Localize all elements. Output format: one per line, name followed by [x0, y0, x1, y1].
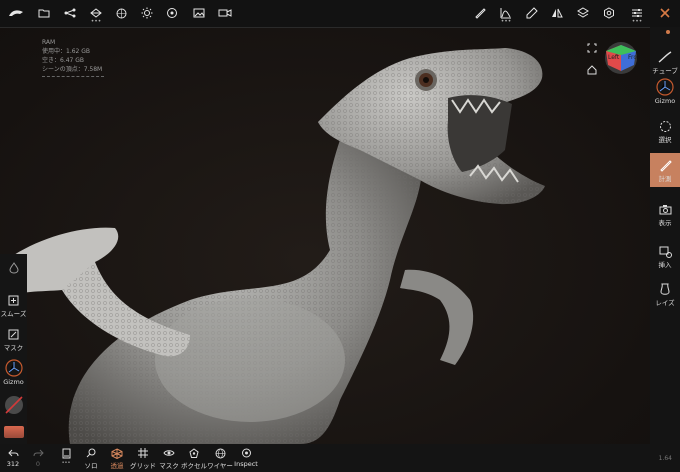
tube-icon — [650, 49, 680, 65]
tool-gizmo-left[interactable]: Gizmo — [0, 358, 27, 386]
redo-icon — [30, 446, 46, 460]
tool-measure-label: 計測 — [658, 175, 672, 183]
video-icon[interactable] — [215, 4, 235, 22]
view-cube-front-label: Fro — [628, 54, 638, 61]
tool-view-label: 表示 — [658, 219, 672, 227]
tool-lathe[interactable]: レイズ — [650, 281, 680, 307]
inspect-button[interactable]: Inspect — [234, 446, 258, 468]
ram-stats: RAM 使用中：1.62 GB 空き：6.47 GB シーンの頂点：7.58M — [42, 38, 104, 77]
top-toolbar: ••• ••• ••• — [0, 0, 680, 28]
sliders-icon[interactable]: ••• — [627, 4, 647, 25]
ram-title: RAM — [42, 39, 56, 46]
tool-gizmo-label: Gizmo — [654, 97, 676, 105]
measure-ruler-icon — [650, 157, 680, 173]
inspect-label: Inspect — [234, 460, 258, 468]
insert-icon — [650, 243, 680, 259]
brush-radius-icon[interactable] — [0, 260, 27, 276]
search-icon — [82, 446, 100, 460]
primitives-icon[interactable]: ••• — [86, 4, 106, 25]
mask-icon — [0, 326, 27, 342]
tool-smooth[interactable]: スムーズ — [0, 292, 27, 318]
app-logo-icon[interactable] — [6, 4, 26, 22]
solo-button[interactable]: ソロ — [82, 446, 100, 470]
voxel-icon — [181, 446, 207, 460]
wireframe-button[interactable]: ワイヤー — [207, 446, 233, 470]
wireframe-sphere-icon — [207, 446, 233, 460]
bottom-toolbar: 312 0 ••• ソロ 透過 グリッド マスク ボクセル ワイヤー Inspe… — [0, 444, 680, 472]
camera-icon — [650, 201, 680, 217]
brush-color-swatch[interactable] — [0, 394, 27, 418]
tool-insert[interactable]: 挿入 — [650, 243, 680, 269]
book-icon — [58, 446, 74, 460]
ram-free: 空き：6.47 GB — [42, 57, 85, 64]
smooth-icon — [0, 292, 27, 308]
grid-icon — [130, 446, 156, 460]
left-tool-panel: スムーズ マスク Gizmo — [0, 254, 27, 444]
scene-vertices: シーンの頂点：7.58M — [42, 66, 103, 73]
tool-tube[interactable]: チューブ — [650, 49, 680, 75]
mask-toggle-button[interactable]: マスク — [158, 446, 180, 470]
material-swatch[interactable] — [0, 426, 27, 438]
layers-icon[interactable] — [573, 4, 593, 22]
tool-gizmo-left-label: Gizmo — [3, 378, 24, 386]
redo-button[interactable]: 0 — [30, 446, 46, 468]
scene-graph-icon[interactable] — [60, 4, 80, 22]
eye-icon — [158, 446, 180, 460]
home-icon[interactable] — [587, 65, 597, 78]
settings-wheel-icon[interactable] — [162, 4, 182, 22]
history-button[interactable]: ••• — [58, 446, 74, 466]
notification-dot — [666, 30, 670, 34]
undo-icon — [4, 446, 22, 460]
tool-mask[interactable]: マスク — [0, 326, 27, 352]
tool-tube-label: チューブ — [652, 67, 678, 75]
folder-icon[interactable] — [34, 4, 54, 22]
solo-label: ソロ — [84, 462, 98, 470]
transparent-button[interactable]: 透過 — [107, 446, 127, 470]
fullscreen-icon[interactable] — [587, 43, 597, 56]
lathe-icon — [650, 281, 680, 297]
voxel-label: ボクセル — [181, 462, 207, 470]
tool-insert-label: 挿入 — [658, 261, 672, 269]
tool-select-label: 選択 — [658, 136, 672, 144]
tool-select[interactable]: 選択 — [650, 118, 680, 144]
lighting-sun-icon[interactable] — [137, 4, 157, 22]
ram-used: 使用中：1.62 GB — [42, 48, 91, 55]
inspect-icon — [234, 446, 258, 460]
pen-tool-icon[interactable] — [522, 4, 542, 22]
grid-button[interactable]: グリッド — [130, 446, 156, 470]
image-icon[interactable] — [189, 4, 209, 22]
mask-toggle-label: マスク — [159, 462, 179, 470]
transparent-cube-icon — [107, 446, 127, 460]
undo-button[interactable]: 312 — [4, 446, 22, 468]
lasso-select-icon — [650, 118, 680, 134]
tool-mask-label: マスク — [3, 344, 24, 352]
gizmo-icon — [650, 77, 680, 97]
gizmo-left-icon — [0, 358, 27, 378]
symmetry-icon[interactable] — [547, 4, 567, 22]
material-sphere-icon[interactable] — [111, 4, 131, 22]
stats-divider — [42, 76, 104, 77]
tool-lathe-label: レイズ — [655, 299, 675, 307]
voxel-button[interactable]: ボクセル — [181, 446, 207, 470]
grid-label: グリッド — [130, 462, 156, 470]
tool-smooth-label: スムーズ — [0, 310, 27, 318]
view-cube-left-label: Left — [608, 54, 620, 61]
tools-icon[interactable] — [655, 4, 675, 22]
undo-count: 312 — [6, 460, 20, 468]
graph-icon[interactable]: ••• — [496, 4, 516, 25]
wireframe-label: ワイヤー — [207, 462, 233, 470]
transparent-label: 透過 — [110, 462, 124, 470]
right-tool-panel: チューブ Gizmo 選択 計測 表示 挿入 レイズ — [650, 27, 680, 472]
tool-gizmo[interactable]: Gizmo — [650, 77, 680, 105]
tool-measure[interactable]: 計測 — [650, 153, 680, 187]
ruler-icon[interactable] — [470, 4, 490, 22]
view-cube[interactable]: Left Fro — [604, 41, 638, 75]
tool-view[interactable]: 表示 — [650, 201, 680, 227]
version-label: 1.64 — [658, 455, 672, 462]
settings-gear-icon[interactable] — [599, 4, 619, 22]
redo-count: 0 — [35, 460, 41, 468]
